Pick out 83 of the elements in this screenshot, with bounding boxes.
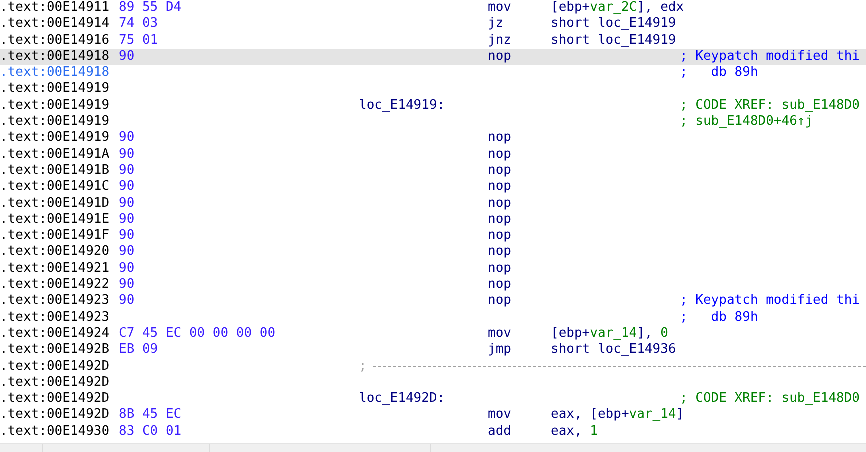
instruction-mnemonic: nop — [488, 212, 512, 228]
instruction-mnemonic: jz — [488, 16, 505, 33]
code-comment: ; CODE XREF: sub_E148D0 — [680, 391, 860, 408]
code-comment: ; db 89h — [680, 65, 758, 82]
opcode-bytes: 90 — [119, 260, 136, 278]
opcode-bytes: 90 — [119, 228, 136, 244]
instruction-mnemonic: nop — [488, 260, 512, 278]
line-address: .text:00E14930 — [0, 424, 111, 440]
line-address: .text:00E14922 — [0, 277, 111, 294]
opcode-bytes: 90 — [119, 244, 136, 261]
code-comment: ; CODE XREF: sub_E148D0 — [680, 98, 860, 114]
line-address: .text:00E1492D — [0, 407, 111, 424]
line-address: .text:00E1492D — [0, 358, 111, 375]
code-label: loc_E14919: — [359, 98, 446, 114]
opcode-bytes: 75 01 — [119, 32, 160, 49]
selected-line-highlight[interactable]: .text:00E14918 90 nop ; Keypatch modified thi — [0, 48, 866, 66]
opcode-bytes: 90 — [119, 179, 136, 196]
instruction-operand: [ebp+var_14], 0 — [551, 326, 670, 342]
line-address: .text:00E14924 — [0, 326, 111, 342]
opcode-bytes: 83 C0 01 — [119, 424, 183, 440]
line-address: .text:00E14914 — [0, 16, 111, 33]
instruction-mnemonic: nop — [488, 277, 512, 294]
instruction-mnemonic: nop — [488, 228, 512, 244]
opcode-bytes: 90 — [119, 212, 136, 228]
line-address: .text:00E1491F — [0, 228, 111, 244]
horizontal-scrollbar[interactable] — [0, 443, 866, 452]
line-address: .text:00E14911 — [0, 0, 111, 16]
instruction-mnemonic: nop — [488, 179, 512, 196]
code-comment: ; Keypatch modified thi — [680, 48, 860, 66]
opcode-bytes: 89 55 D4 — [119, 0, 183, 16]
instruction-operand: short loc_E14919 — [551, 16, 678, 33]
instruction-mnemonic: mov — [488, 326, 512, 342]
line-address: .text:00E14919 — [0, 114, 111, 130]
line-address: .text:00E14918 — [0, 48, 111, 66]
line-address: .text:00E14921 — [0, 260, 111, 278]
line-address: .text:00E14919 — [0, 130, 111, 147]
instruction-mnemonic: nop — [488, 146, 512, 163]
instruction-operand: short loc_E14936 — [551, 342, 678, 359]
instruction-mnemonic: nop — [488, 130, 512, 147]
line-address: .text:00E14916 — [0, 32, 111, 49]
opcode-bytes: 8B 45 EC — [119, 407, 183, 424]
instruction-mnemonic: jmp — [488, 342, 512, 359]
opcode-bytes: 90 — [119, 277, 136, 294]
instruction-mnemonic: add — [488, 424, 512, 440]
instruction-mnemonic: mov — [488, 0, 512, 16]
instruction-operand: eax, 1 — [551, 424, 599, 440]
line-address: .text:00E1491A — [0, 146, 111, 163]
line-address: .text:00E14918 — [0, 65, 111, 82]
line-address: .text:00E14919 — [0, 81, 111, 98]
line-address: .text:00E1492B — [0, 342, 111, 359]
code-comment: ; sub_E148D0+46↑j — [680, 114, 814, 130]
opcode-bytes: EB 09 — [119, 342, 160, 359]
instruction-operand: eax, [ebp+var_14] — [551, 407, 680, 424]
opcode-bytes: 90 — [119, 162, 136, 180]
instruction-operand: short loc_E14919 — [551, 32, 678, 49]
opcode-bytes: 90 — [119, 293, 136, 310]
line-address: .text:00E14920 — [0, 244, 111, 261]
separator-line: ; — [359, 358, 866, 375]
opcode-bytes: 90 — [119, 130, 136, 147]
instruction-mnemonic: jnz — [488, 32, 512, 49]
line-address: .text:00E14919 — [0, 98, 111, 114]
opcode-bytes: 90 — [119, 48, 136, 66]
instruction-mnemonic: nop — [488, 48, 512, 66]
line-address: .text:00E1491B — [0, 162, 111, 180]
code-comment: ; Keypatch modified thi — [680, 293, 860, 310]
instruction-mnemonic: mov — [488, 407, 512, 424]
line-address: .text:00E14923 — [0, 293, 111, 310]
opcode-bytes: 90 — [119, 196, 136, 212]
line-address: .text:00E14923 — [0, 310, 111, 326]
instruction-mnemonic: nop — [488, 196, 512, 212]
opcode-bytes: 90 — [119, 146, 136, 163]
line-address: .text:00E1492D — [0, 374, 111, 392]
instruction-mnemonic: nop — [488, 162, 512, 180]
code-label: loc_E1492D: — [359, 391, 446, 408]
instruction-mnemonic: nop — [488, 244, 512, 261]
line-address: .text:00E1491D — [0, 196, 111, 212]
line-address: .text:00E1492D — [0, 391, 111, 408]
instruction-mnemonic: nop — [488, 293, 512, 310]
code-comment: ; db 89h — [680, 310, 758, 326]
opcode-bytes: 74 03 — [119, 16, 160, 33]
line-address: .text:00E1491C — [0, 179, 111, 196]
line-address: .text:00E1491E — [0, 212, 111, 228]
opcode-bytes: C7 45 EC 00 00 00 00 — [119, 326, 277, 342]
